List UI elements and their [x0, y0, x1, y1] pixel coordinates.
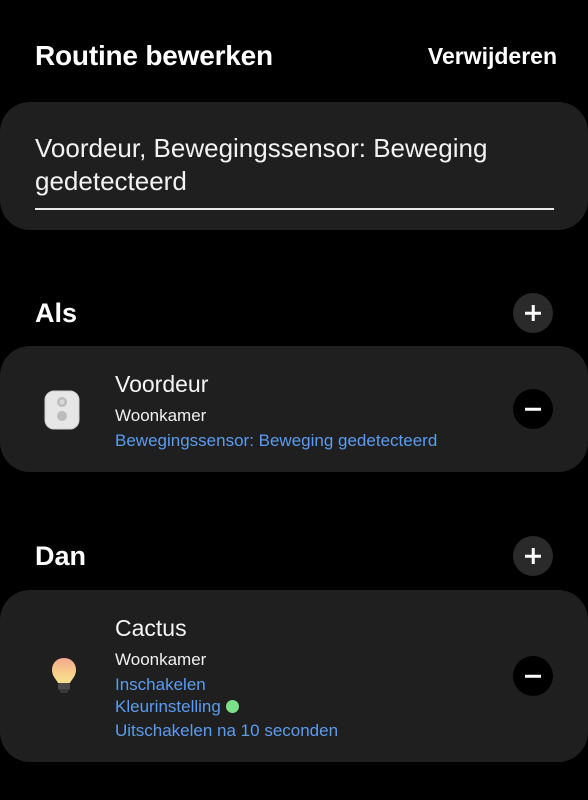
light-bulb-icon	[50, 656, 78, 701]
routine-name-underline	[35, 208, 554, 210]
delete-button[interactable]: Verwijderen	[428, 43, 557, 70]
device-detail-switch-off[interactable]: Uitschakelen na 10 seconden	[115, 721, 338, 741]
device-name: Voordeur	[115, 371, 209, 397]
remove-condition-button[interactable]	[513, 389, 553, 429]
page-title: Routine bewerken	[35, 40, 273, 71]
color-setting-label: Kleurinstelling	[115, 697, 221, 716]
routine-name-field[interactable]: Voordeur, Bewegingssensor: Beweging gede…	[35, 132, 555, 198]
if-section-title: Als	[35, 298, 78, 328]
top-bar: Routine bewerken Verwijderen	[0, 0, 588, 100]
add-condition-button[interactable]	[513, 293, 553, 333]
action-card-cactus[interactable]: Cactus Woonkamer Inschakelen Kleurinstel…	[0, 590, 588, 762]
motion-sensor-icon	[44, 390, 80, 435]
remove-action-button[interactable]	[513, 656, 553, 696]
device-detail-switch-on[interactable]: Inschakelen	[115, 675, 206, 695]
device-detail-color[interactable]: Kleurinstelling	[115, 697, 239, 717]
color-swatch-icon	[225, 700, 239, 713]
device-room: Woonkamer	[115, 406, 207, 425]
device-room: Woonkamer	[115, 650, 207, 669]
device-name: Cactus	[115, 615, 187, 641]
condition-card-voordeur[interactable]: Voordeur Woonkamer Bewegingssensor: Bewe…	[0, 346, 588, 472]
routine-name-card: Voordeur, Bewegingssensor: Beweging gede…	[0, 102, 588, 230]
add-action-button[interactable]	[513, 536, 553, 576]
device-detail-motion[interactable]: Bewegingssensor: Beweging gedetecteerd	[115, 431, 437, 451]
then-section-title: Dan	[35, 541, 87, 571]
